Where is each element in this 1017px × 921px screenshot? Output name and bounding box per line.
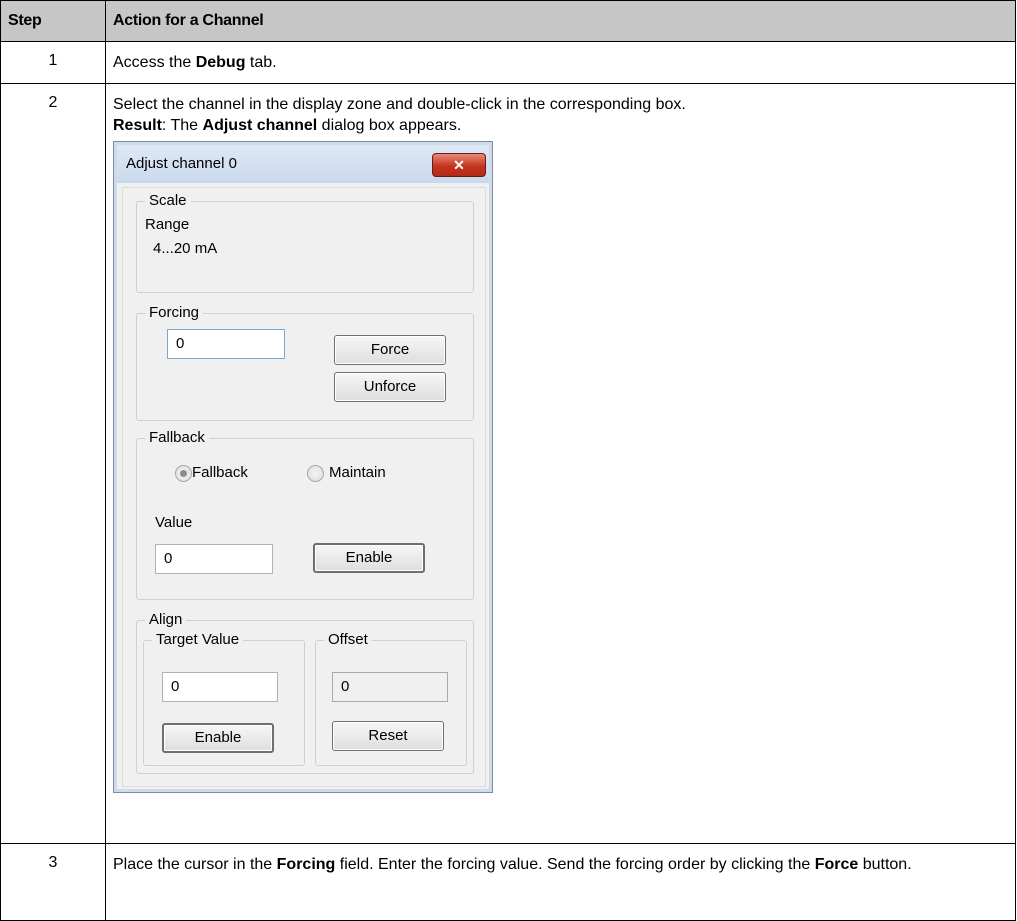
text-run: tab. bbox=[245, 54, 277, 71]
dialog-title: Adjust channel 0 bbox=[126, 155, 237, 172]
table-row: 2 Select the channel in the display zone… bbox=[0, 83, 1016, 844]
bold-term: Debug bbox=[195, 54, 246, 71]
dialog-content: Scale Range 4...20 mA Forcing 0 Force Un… bbox=[122, 187, 486, 787]
step-number: 1 bbox=[0, 41, 106, 84]
header-step: Step bbox=[0, 0, 106, 42]
step-number: 2 bbox=[0, 83, 106, 844]
close-icon: ✕ bbox=[453, 157, 465, 173]
offset-value-field: 0 bbox=[332, 672, 448, 702]
text-run: button. bbox=[858, 856, 912, 873]
fallback-group: Fallback Fallback Maintain Value 0 Enabl… bbox=[136, 429, 474, 600]
align-group: Align Target Value 0 Enable Offset 0 Res… bbox=[136, 611, 474, 774]
maintain-radio-label[interactable]: Maintain bbox=[329, 464, 386, 481]
close-button[interactable]: ✕ bbox=[432, 153, 486, 177]
table-row: 1 Access the Debug tab. bbox=[0, 41, 1016, 84]
header-action: Action for a Channel bbox=[105, 0, 1016, 42]
unforce-button[interactable]: Unforce bbox=[334, 372, 446, 402]
scale-group: Scale Range 4...20 mA bbox=[136, 192, 474, 293]
align-enable-button[interactable]: Enable bbox=[162, 723, 274, 753]
fallback-radio[interactable] bbox=[175, 465, 192, 482]
align-legend: Align bbox=[145, 611, 187, 628]
step-line: Select the channel in the display zone a… bbox=[113, 96, 686, 113]
offset-group: Offset 0 Reset bbox=[315, 631, 467, 766]
dialog-titlebar[interactable]: Adjust channel 0 ✕ bbox=[117, 145, 489, 183]
value-label: Value bbox=[155, 514, 193, 531]
bold-term: Forcing bbox=[276, 856, 336, 873]
bold-term: Force bbox=[814, 856, 859, 873]
maintain-radio[interactable] bbox=[307, 465, 324, 482]
target-value-group: Target Value 0 Enable bbox=[143, 631, 305, 766]
fallback-enable-button[interactable]: Enable bbox=[313, 543, 425, 573]
fallback-radio-label[interactable]: Fallback bbox=[192, 464, 248, 481]
procedure-table: Step Action for a Channel 1 Access the D… bbox=[0, 0, 1016, 921]
step-text: Access the Debug tab. bbox=[105, 41, 1016, 84]
target-value-legend: Target Value bbox=[152, 631, 244, 648]
text-run: Place the cursor in the bbox=[113, 856, 277, 873]
forcing-value-input[interactable]: 0 bbox=[167, 329, 285, 359]
bold-term: Adjust channel bbox=[202, 117, 318, 134]
scale-legend: Scale bbox=[145, 192, 191, 209]
fallback-value-input[interactable]: 0 bbox=[155, 544, 273, 574]
range-value: 4...20 mA bbox=[153, 240, 218, 257]
text-run: Access the bbox=[113, 54, 196, 71]
range-label: Range bbox=[145, 216, 190, 233]
target-value-input[interactable]: 0 bbox=[162, 672, 278, 702]
text-run: : The bbox=[161, 117, 203, 134]
step-text: Place the cursor in the Forcing field. E… bbox=[105, 843, 1016, 921]
text-run: field. Enter the forcing value. Send the… bbox=[335, 856, 815, 873]
table-row: 3 Place the cursor in the Forcing field.… bbox=[0, 843, 1016, 921]
bold-term: Result bbox=[113, 117, 162, 134]
step-number: 3 bbox=[0, 843, 106, 921]
reset-button[interactable]: Reset bbox=[332, 721, 444, 751]
adjust-channel-dialog: Adjust channel 0 ✕ Scale Range 4...20 mA… bbox=[113, 141, 493, 793]
text-run: dialog box appears. bbox=[317, 117, 462, 134]
table-header-row: Step Action for a Channel bbox=[0, 0, 1016, 42]
step-result-line: Result: The Adjust channel dialog box ap… bbox=[113, 115, 1008, 136]
forcing-group: Forcing 0 Force Unforce bbox=[136, 304, 474, 421]
force-button[interactable]: Force bbox=[334, 335, 446, 365]
forcing-legend: Forcing bbox=[145, 304, 204, 321]
fallback-legend: Fallback bbox=[145, 429, 209, 446]
offset-legend: Offset bbox=[324, 631, 372, 648]
step-text: Select the channel in the display zone a… bbox=[105, 83, 1016, 844]
